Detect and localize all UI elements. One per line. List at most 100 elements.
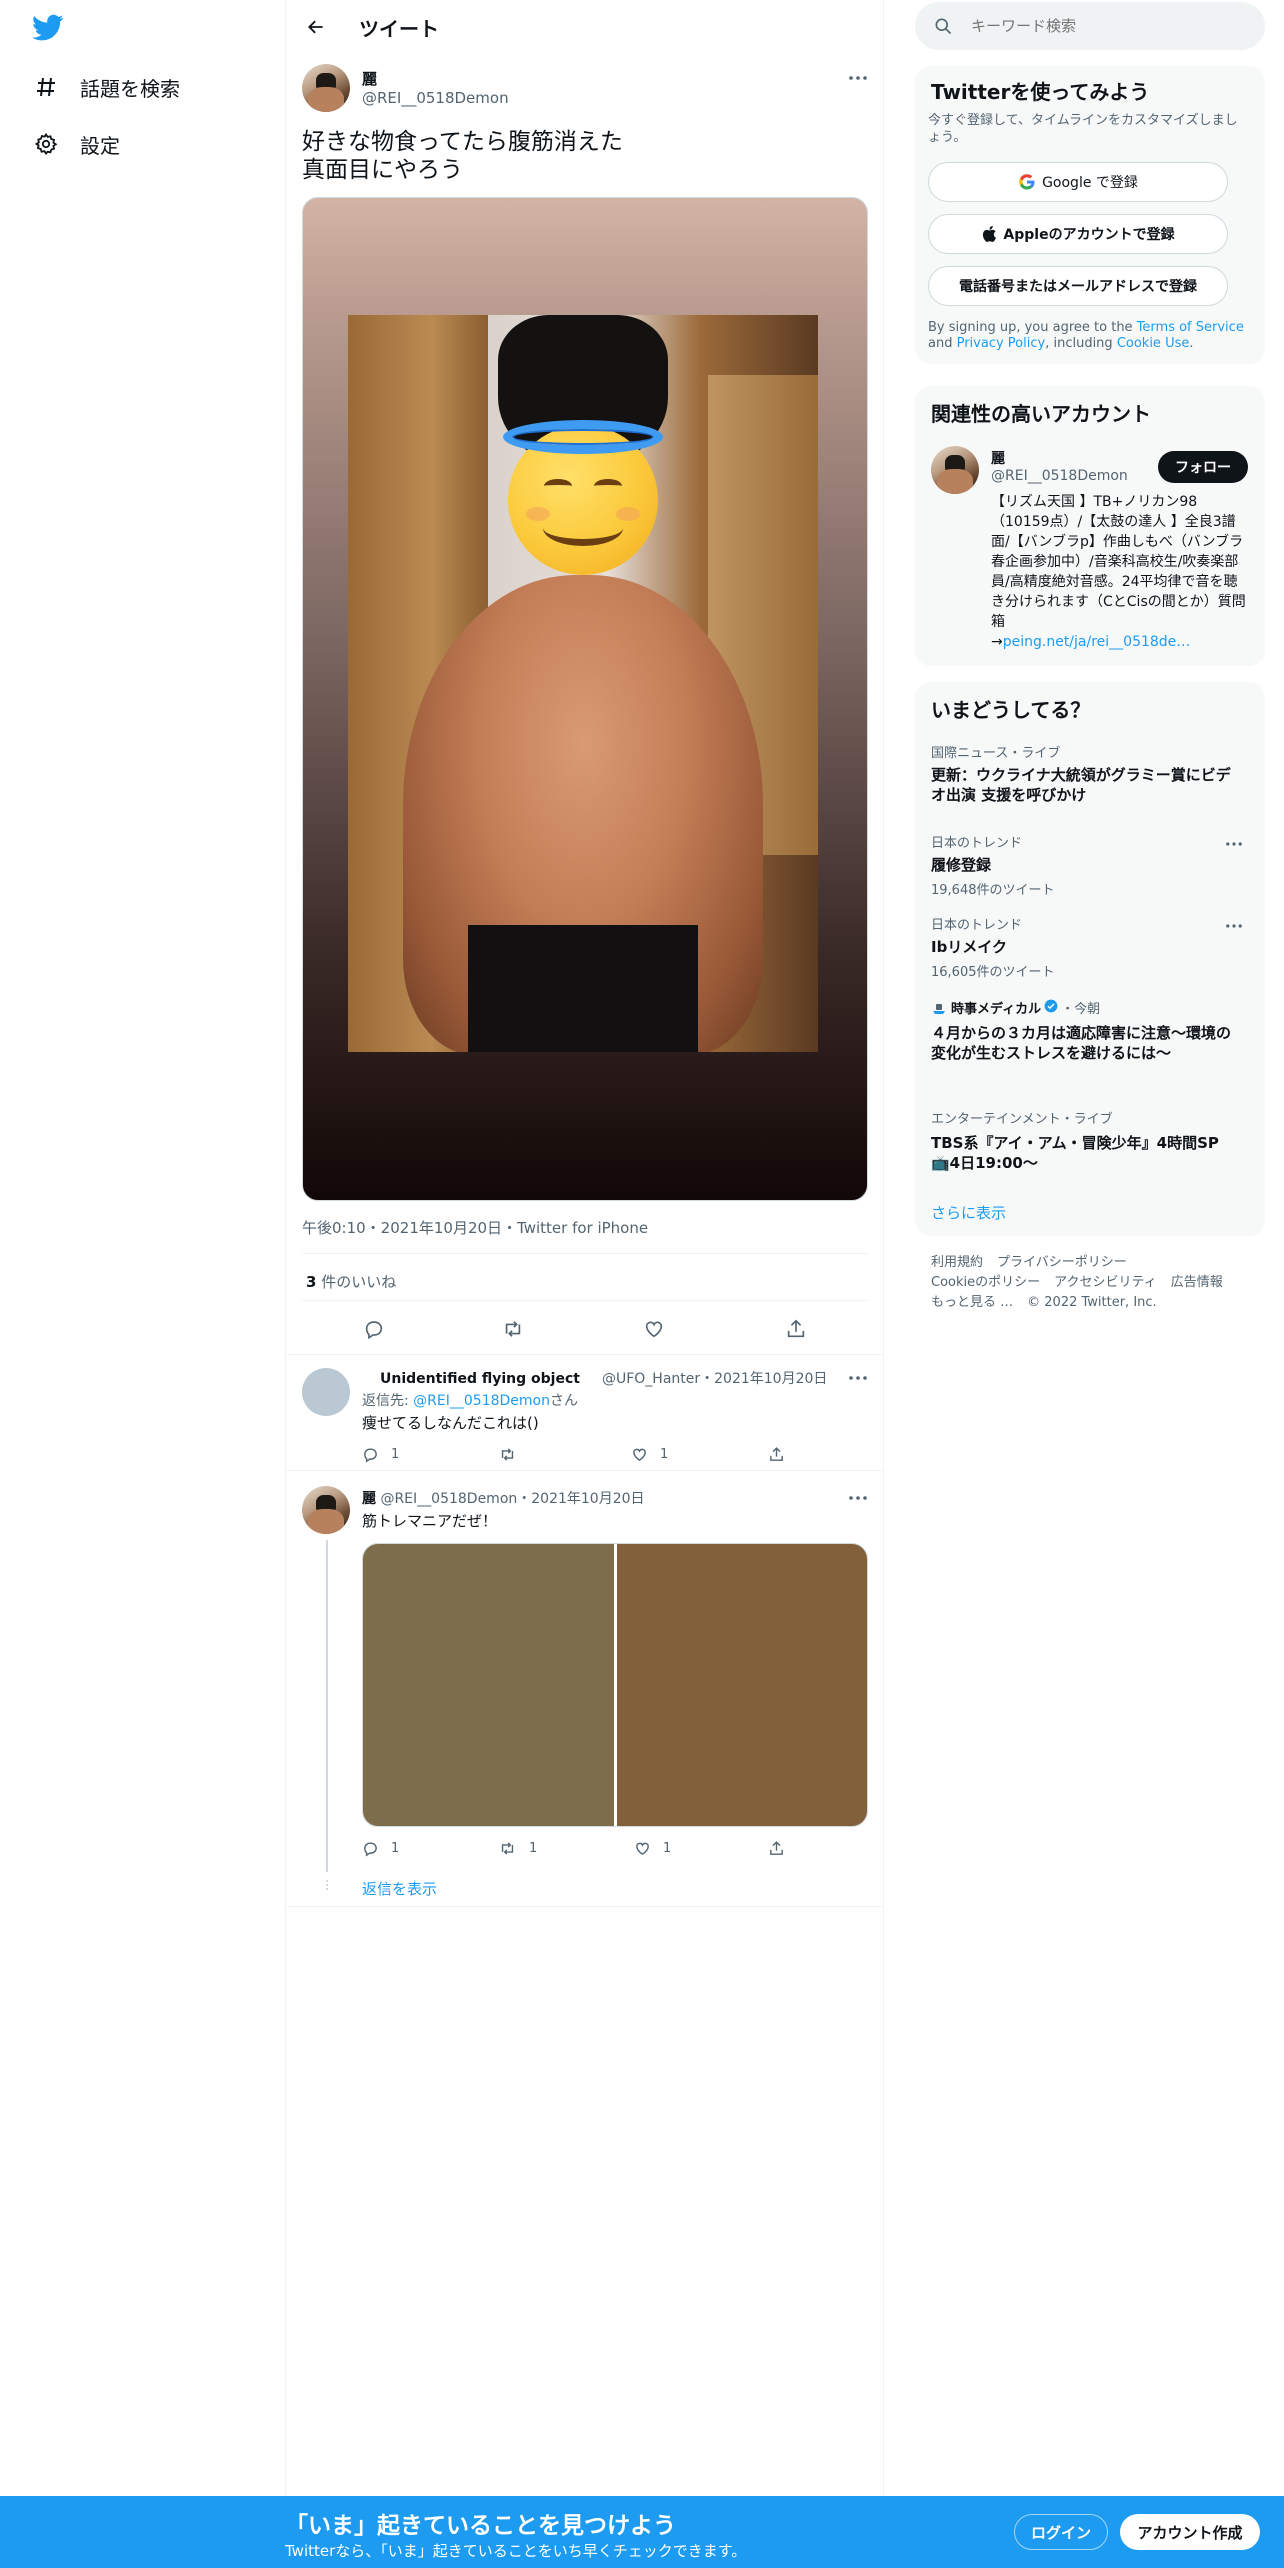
reply2-media-image[interactable] [617, 1544, 867, 1826]
reply2-author-name[interactable]: 麗 [362, 1491, 376, 1507]
terms-text: . [1189, 336, 1194, 351]
bio-link[interactable]: peing.net/ja/rei__0518de… [1003, 634, 1191, 650]
search-input[interactable] [971, 14, 1241, 38]
like-heart-icon[interactable] [640, 1315, 668, 1343]
reply-count: 1 [391, 1841, 400, 1856]
medical-source-icon [931, 1001, 947, 1015]
likes-label: 件のいいね [316, 1273, 397, 1291]
search-box[interactable] [915, 2, 1265, 50]
trends-card: いまどうしてる？ 国際ニュース・ライブ 更新：ウクライナ大統領がグラミー賞にビデ… [915, 682, 1265, 1236]
login-button[interactable]: ログイン [1014, 2514, 1108, 2550]
more-options-icon[interactable] [1220, 917, 1248, 935]
nav-settings[interactable]: 設定 [32, 124, 120, 164]
google-signup-button[interactable]: Google で登録 [928, 162, 1228, 202]
main-column: ツイート 麗 @REI__0518Demon 好きな物食ってたら腹筋消えた 真面… [285, 0, 884, 2496]
reply-reply-button[interactable]: 1 [362, 1446, 399, 1463]
related-account-bio-text: 【リズム天国 】TB+ノリカン98（10159点）/【太鼓の達人 】全良3譜面/… [991, 494, 1246, 630]
trend-item[interactable]: 日本のトレンド 履修登録 19,648件のツイート [931, 832, 1231, 898]
reply2-text: 筋トレマニアだぜ！ [362, 1512, 498, 1530]
trend-source-name: 時事メディカル [951, 1002, 1042, 1017]
footer-link[interactable]: もっと見る … [931, 1295, 1013, 1310]
retweet-count: 1 [529, 1841, 538, 1856]
author-avatar[interactable] [302, 64, 350, 112]
trend-category: 国際ニュース・ライブ [931, 746, 1061, 761]
more-options-icon[interactable] [1220, 835, 1248, 853]
reply-author-handle[interactable]: @UFO_Hanter [602, 1371, 700, 1387]
related-account-handle[interactable]: @REI__0518Demon [991, 468, 1128, 484]
more-options-icon[interactable] [846, 68, 870, 88]
apple-signup-button[interactable]: Appleのアカウントで登録 [928, 214, 1228, 254]
tweet-timestamp[interactable]: 午後0:10・2021年10月20日・Twitter for iPhone [302, 1217, 648, 1238]
trend-name: TBS系『アイ・アム・冒険少年』4時間SP📺4日19:00〜 [931, 1134, 1219, 1172]
show-more-trends-link[interactable]: さらに表示 [931, 1202, 1006, 1223]
signup-card-subtitle: 今すぐ登録して、タイムラインをカスタマイズしましょう。 [928, 113, 1238, 145]
reply2-author-handle[interactable]: @REI__0518Demon [380, 1491, 517, 1507]
divider [286, 1354, 883, 1355]
twitter-logo-icon[interactable] [32, 14, 64, 44]
reply-author-avatar[interactable] [302, 1368, 350, 1416]
phone-email-signup-button[interactable]: 電話番号またはメールアドレスで登録 [928, 266, 1228, 306]
footer-link[interactable]: 広告情報 [1171, 1275, 1223, 1290]
footer-link[interactable]: 利用規約 [931, 1255, 983, 1270]
reply2-media[interactable] [362, 1543, 868, 1827]
reply2-retweet-button[interactable]: 1 [498, 1840, 537, 1857]
likes-count[interactable]: 3 件のいいね [306, 1271, 396, 1292]
tweet-media[interactable] [302, 197, 868, 1201]
reply2-like-button[interactable]: 1 [634, 1840, 671, 1857]
author-name[interactable]: 麗 [362, 68, 377, 89]
terms-of-service-link[interactable]: Terms of Service [1137, 320, 1244, 335]
reply-text: 痩せてるしなんだこれは() [362, 1414, 539, 1432]
reply2-share-button[interactable] [768, 1840, 797, 1857]
cookie-use-link[interactable]: Cookie Use [1117, 336, 1190, 351]
reply-to-handle[interactable]: @REI__0518Demon [413, 1393, 550, 1409]
bottom-bar-title: 「いま」起きていることを見つけよう [285, 2513, 676, 2539]
google-logo-icon [1018, 173, 1036, 191]
search-icon [933, 16, 953, 40]
tweet-text-line: 真面目にやろう [302, 157, 463, 183]
reply-retweet-button[interactable] [498, 1446, 529, 1463]
trend-count: 16,605件のツイート [931, 965, 1055, 980]
back-arrow-icon[interactable] [302, 13, 330, 41]
trend-item[interactable]: 日本のトレンド Ibリメイク 16,605件のツイート [931, 914, 1231, 980]
trend-name: Ibリメイク [931, 938, 1008, 956]
reply2-reply-button[interactable]: 1 [362, 1840, 399, 1857]
reply-to-prefix: 返信先: [362, 1393, 414, 1409]
likes-number: 3 [306, 1273, 317, 1291]
share-icon[interactable] [782, 1315, 810, 1343]
more-options-icon[interactable] [846, 1488, 870, 1508]
follow-button[interactable]: フォロー [1158, 451, 1248, 483]
signup-card-title: Twitterを使ってみよう [931, 80, 1150, 104]
reply-like-button[interactable]: 1 [631, 1446, 668, 1463]
privacy-policy-link[interactable]: Privacy Policy [957, 336, 1046, 351]
footer-link[interactable]: アクセシビリティ [1054, 1275, 1157, 1290]
show-replies-link[interactable]: 返信を表示 [362, 1878, 437, 1899]
footer-link[interactable]: Cookieのポリシー [931, 1275, 1040, 1290]
trend-item[interactable]: 国際ニュース・ライブ 更新：ウクライナ大統領がグラミー賞にビデオ出演 支援を呼び… [931, 742, 1231, 805]
like-count: 1 [663, 1841, 672, 1856]
reply2-media-image[interactable] [363, 1544, 614, 1826]
reply-share-button[interactable] [768, 1446, 797, 1463]
author-handle[interactable]: @REI__0518Demon [362, 89, 509, 107]
reply-date[interactable]: ・2021年10月20日 [700, 1371, 827, 1387]
nav-explore-label: 話題を検索 [80, 76, 180, 101]
reply2-date[interactable]: ・2021年10月20日 [517, 1491, 644, 1507]
terms-text: By signing up, you agree to the [928, 320, 1137, 335]
more-options-icon[interactable] [846, 1368, 870, 1388]
retweet-icon[interactable] [499, 1315, 527, 1343]
reply2-author-avatar[interactable] [302, 1486, 350, 1534]
tweet-text: 好きな物食ってたら腹筋消えた 真面目にやろう [302, 128, 623, 184]
related-account-avatar[interactable] [931, 446, 979, 494]
signup-bottom-bar: 「いま」起きていることを見つけよう Twitterなら、「いま」起きていることを… [0, 2496, 1284, 2568]
tweet-photo [348, 315, 818, 1052]
trend-item[interactable]: 時事メディカル ・今朝 ４月からの３カ月は適応障害に注意～環境の変化が生むストレ… [931, 998, 1231, 1063]
trend-category: 日本のトレンド [931, 918, 1023, 933]
reply-icon[interactable] [360, 1315, 388, 1343]
related-account-name[interactable]: 麗 [991, 448, 1005, 468]
signup-button[interactable]: アカウント作成 [1120, 2514, 1260, 2550]
nav-explore[interactable]: 話題を検索 [32, 67, 180, 107]
trend-item[interactable]: エンターテインメント・ライブ TBS系『アイ・アム・冒険少年』4時間SP📺4日1… [931, 1108, 1231, 1173]
trend-name: 更新：ウクライナ大統領がグラミー賞にビデオ出演 支援を呼びかけ [931, 766, 1231, 804]
trend-count: 19,648件のツイート [931, 883, 1055, 898]
reply-author-name[interactable]: Unidentified flying object [380, 1371, 580, 1387]
footer-link[interactable]: プライバシーポリシー [997, 1255, 1127, 1270]
